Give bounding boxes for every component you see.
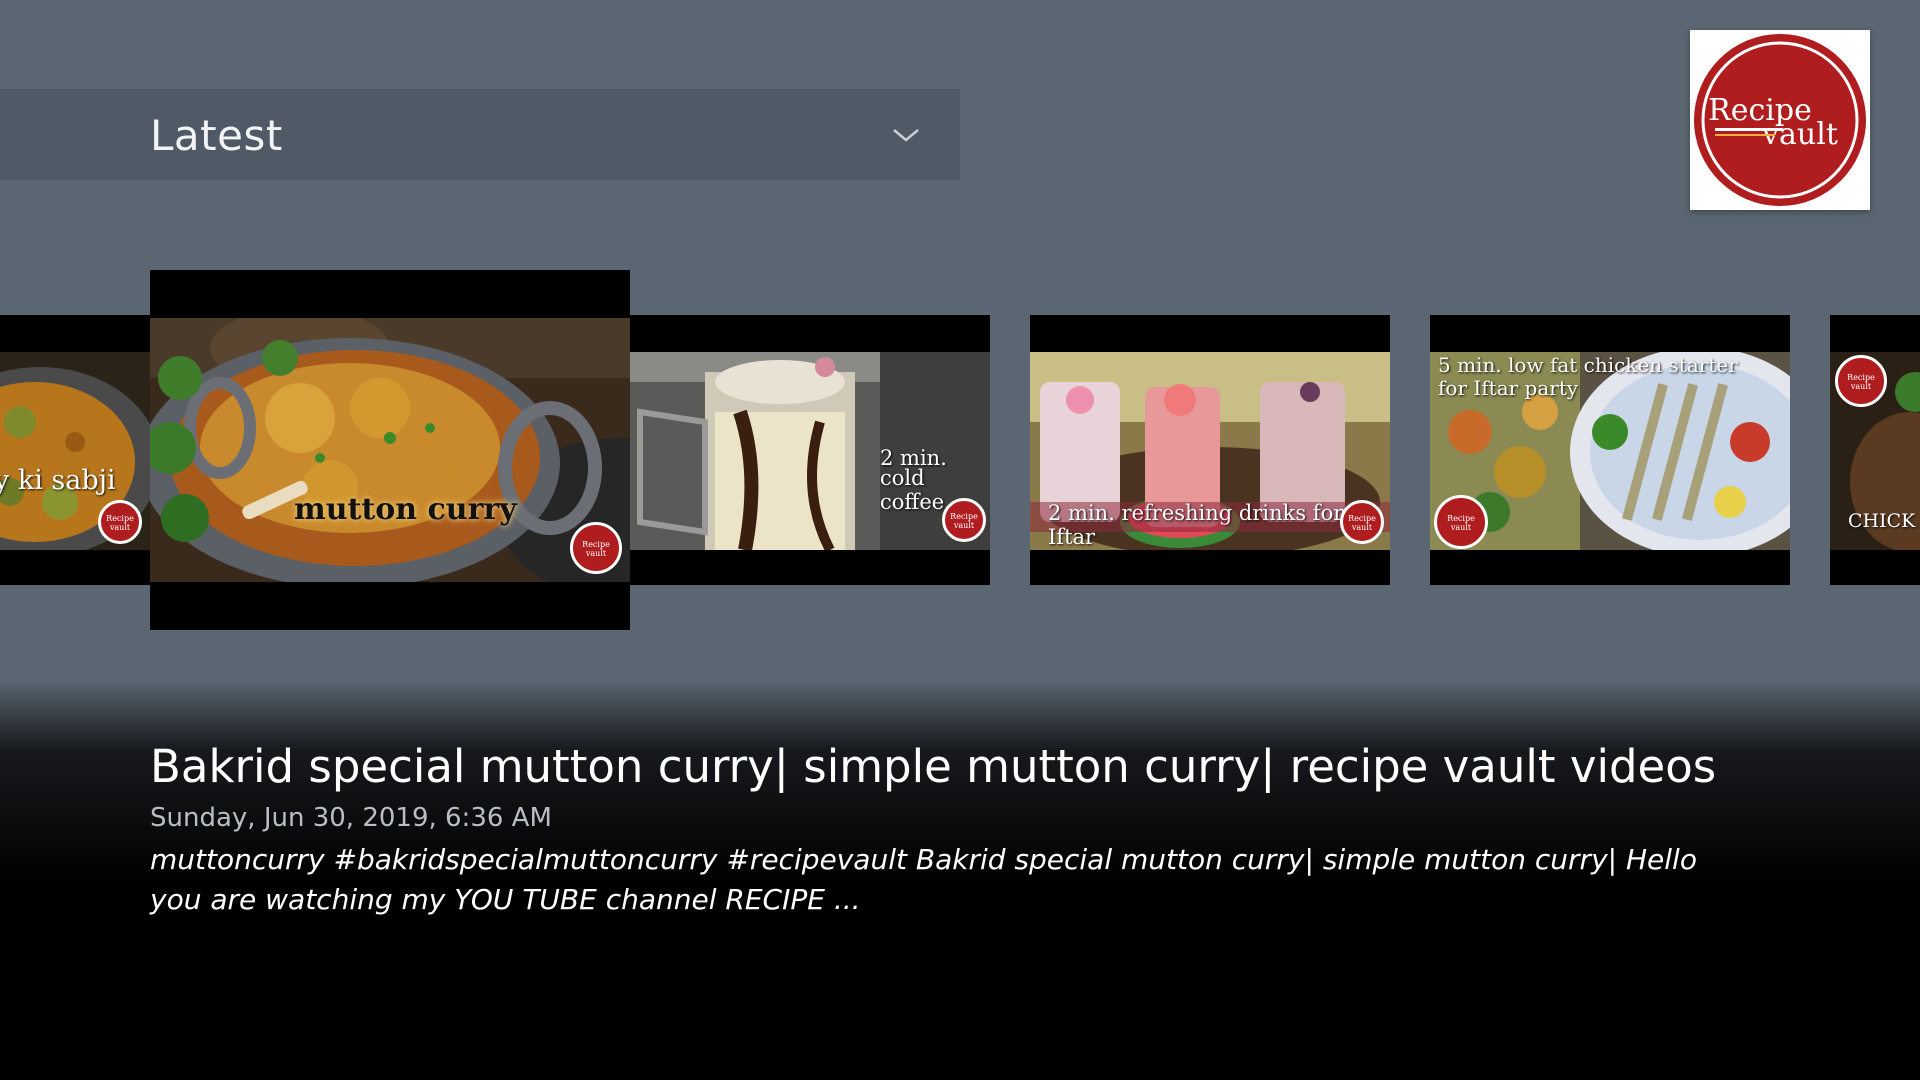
- category-label: Latest: [150, 111, 283, 160]
- screen: Latest Recipe vault y ki sabji Recipe va…: [0, 0, 1920, 1080]
- watermark-logo-icon: Recipe vault: [942, 498, 986, 542]
- tile-caption: CHICK: [1848, 510, 1916, 532]
- chevron-down-icon: [893, 129, 919, 142]
- video-tile-sabji[interactable]: y ki sabji Recipe vault: [0, 315, 150, 585]
- video-tile-mutton-curry[interactable]: mutton curry Recipe vault: [150, 270, 630, 630]
- tile-caption: y ki sabji: [0, 465, 116, 496]
- tile-caption: mutton curry: [294, 492, 517, 527]
- video-date: Sunday, Jun 30, 2019, 6:36 AM: [150, 803, 552, 833]
- tile-caption-line1: 5 min. low fat chicken starter: [1438, 353, 1738, 377]
- thumbnail-mutton-curry: [150, 318, 630, 582]
- channel-logo: Recipe vault: [1690, 30, 1870, 210]
- video-title: Bakrid special mutton curry| simple mutt…: [150, 740, 1717, 793]
- video-tile-iftar-drinks[interactable]: 2 min. refreshing drinks for Iftar Recip…: [1030, 315, 1390, 585]
- watermark-logo-icon: Recipe vault: [1434, 495, 1488, 549]
- watermark-logo-icon: Recipe vault: [1835, 355, 1887, 407]
- tile-caption: 2 min. refreshing drinks for Iftar: [1048, 501, 1344, 549]
- watermark-logo-icon: Recipe vault: [570, 522, 622, 574]
- video-tile-cold-coffee[interactable]: 2 min. cold coffee Recipe vault: [630, 315, 990, 585]
- video-tile-chicken[interactable]: CHICK Recipe vault: [1830, 315, 1920, 585]
- watermark-logo-icon: Recipe vault: [98, 500, 142, 544]
- video-description: muttoncurry #bakridspecialmuttoncurry #r…: [150, 843, 1697, 916]
- recipe-vault-logo-icon: Recipe vault: [1694, 34, 1866, 206]
- watermark-logo-icon: Recipe vault: [1340, 500, 1384, 544]
- category-dropdown[interactable]: Latest: [0, 89, 960, 180]
- video-tile-chicken-starter[interactable]: 5 min. low fat chicken starter for Iftar…: [1430, 315, 1790, 585]
- tile-caption-line2: for Iftar party: [1438, 376, 1579, 400]
